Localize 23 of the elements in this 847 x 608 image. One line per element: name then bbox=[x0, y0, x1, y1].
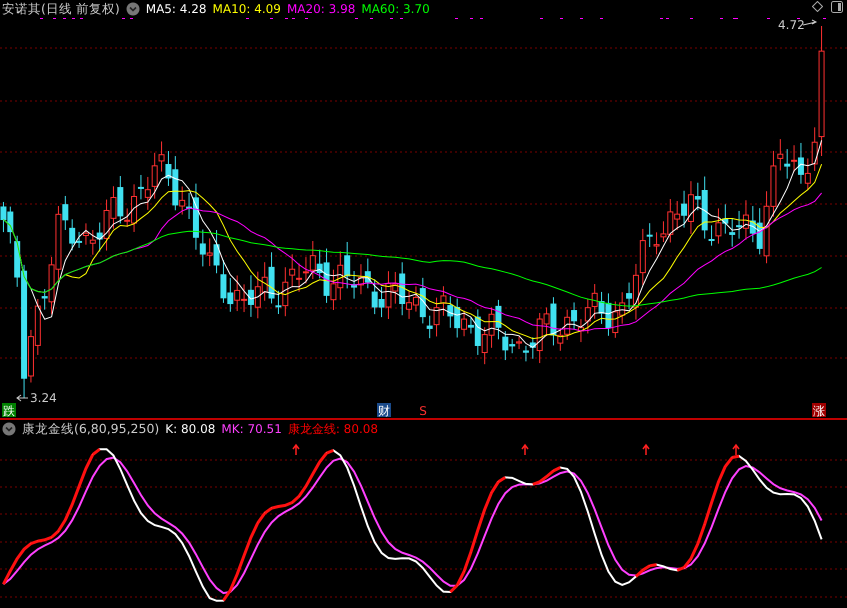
indicator-value: MK: 70.51 bbox=[221, 422, 282, 436]
high-price-label: 4.72 bbox=[778, 18, 818, 32]
up-arrow-icon bbox=[521, 444, 529, 456]
panel-toggle-icon[interactable] bbox=[831, 1, 843, 13]
dropdown-icon[interactable] bbox=[126, 2, 140, 16]
chart-title: 安诺其(日线 前复权) bbox=[2, 0, 120, 18]
indicator-value: 康龙金线: 80.08 bbox=[288, 420, 378, 438]
chart-marker: 涨 bbox=[812, 403, 826, 418]
dropdown-icon[interactable] bbox=[2, 422, 16, 436]
chart-marker: 跌 bbox=[2, 403, 16, 418]
up-arrow-icon bbox=[292, 444, 300, 456]
up-arrow-icon bbox=[642, 444, 650, 456]
ma-label: MA60: 3.70 bbox=[361, 2, 430, 16]
ma-label: MA10: 4.09 bbox=[212, 2, 281, 16]
indicator-value: K: 80.08 bbox=[165, 422, 216, 436]
chart-marker: S bbox=[419, 404, 427, 418]
ma-label: MA5: 4.28 bbox=[146, 2, 207, 16]
up-arrow-icon bbox=[732, 444, 740, 456]
indicator-title: 康龙金线(6,80,95,250) bbox=[22, 420, 160, 438]
ma-label: MA20: 3.98 bbox=[286, 2, 356, 16]
chart-marker: 财 bbox=[377, 403, 391, 418]
low-price-label: 3.24 bbox=[16, 391, 57, 405]
diamond-icon[interactable] bbox=[812, 1, 823, 12]
